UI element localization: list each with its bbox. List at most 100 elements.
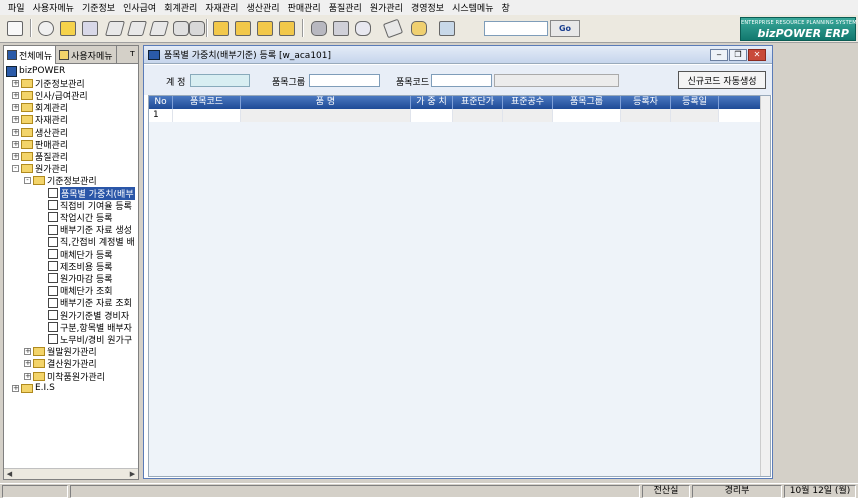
tree-leaf[interactable]: 구분,항목별 배부자 bbox=[48, 321, 132, 334]
tree-leaf[interactable]: 노무비/경비 원가구 bbox=[48, 333, 132, 346]
tree-leaf[interactable]: 직,간접비 계정별 배 bbox=[48, 236, 135, 248]
expand-icon[interactable]: + bbox=[12, 384, 19, 392]
menu-item[interactable]: 시스템메뉴 bbox=[448, 1, 497, 14]
tree-leaf[interactable]: 원가마감 등록 bbox=[48, 272, 113, 285]
menu-item[interactable]: 창 bbox=[498, 1, 514, 14]
column-header[interactable]: 등록자 bbox=[621, 96, 671, 109]
tree-node[interactable]: + 회계관리 bbox=[12, 102, 68, 114]
column-header[interactable]: No bbox=[149, 96, 173, 109]
tab-all-menu[interactable]: 전체메뉴 bbox=[4, 46, 57, 64]
tree-node[interactable]: + 월말원가관리 bbox=[24, 346, 97, 358]
expand-icon[interactable]: + bbox=[24, 372, 31, 380]
tree-node[interactable]: + 판매관리 bbox=[12, 138, 68, 151]
next-icon[interactable] bbox=[254, 18, 276, 38]
menu-item[interactable]: 자재관리 bbox=[201, 1, 242, 14]
delete-icon[interactable] bbox=[104, 18, 126, 38]
last-icon[interactable] bbox=[276, 18, 298, 38]
tree-node[interactable]: + 기준정보관리 bbox=[12, 77, 85, 90]
save-icon[interactable] bbox=[79, 18, 101, 38]
pin-icon[interactable]: ᴛ bbox=[127, 46, 138, 63]
item-code-input[interactable] bbox=[431, 74, 492, 87]
column-header[interactable]: 표준단가 bbox=[453, 96, 503, 109]
tree-leaf[interactable]: 작업시간 등록 bbox=[48, 211, 113, 224]
table-cell[interactable] bbox=[671, 109, 719, 122]
tree-node[interactable]: + 생산관리 bbox=[12, 126, 68, 139]
menu-item[interactable]: 판매관리 bbox=[284, 1, 325, 14]
tab-user-menu[interactable]: 사용자메뉴 bbox=[56, 46, 117, 64]
scroll-right-icon[interactable]: ▶ bbox=[127, 469, 138, 479]
tree-leaf[interactable]: 매체단가 조회 bbox=[48, 285, 113, 297]
new-icon[interactable] bbox=[57, 18, 79, 38]
expand-icon[interactable]: + bbox=[12, 79, 19, 87]
go-button[interactable]: Go bbox=[550, 20, 580, 37]
tree-node[interactable]: - 원가관리 bbox=[12, 163, 68, 175]
table-cell[interactable] bbox=[553, 109, 621, 122]
tree-leaf[interactable]: 직접비 기여율 등록 bbox=[48, 199, 132, 212]
menu-item[interactable]: 사용자메뉴 bbox=[29, 1, 78, 14]
item-group-input[interactable] bbox=[309, 74, 380, 87]
tree-node[interactable]: + 품질관리 bbox=[12, 150, 68, 163]
table-row[interactable]: 1 bbox=[149, 109, 770, 122]
program-icon[interactable] bbox=[4, 18, 26, 38]
tree-node[interactable]: bizPOWER bbox=[6, 65, 65, 77]
prev-icon[interactable] bbox=[232, 18, 254, 38]
tree-leaf[interactable]: 품목별 가중치(배부 bbox=[48, 186, 135, 200]
grid-vscrollbar[interactable] bbox=[760, 96, 770, 476]
column-header[interactable]: 가 중 치 bbox=[411, 96, 453, 109]
edit-icon[interactable] bbox=[382, 18, 404, 38]
new-code-button[interactable]: 신규코드 자동생성 bbox=[678, 71, 766, 89]
tree-node[interactable]: + 자재관리 bbox=[12, 114, 68, 126]
toolbar-search-input[interactable] bbox=[484, 21, 548, 36]
tree-node[interactable]: + 미착품원가관리 bbox=[24, 370, 105, 383]
account-input[interactable] bbox=[190, 74, 250, 87]
column-header[interactable]: 품목그룹 bbox=[553, 96, 621, 109]
collapse-icon[interactable]: - bbox=[24, 177, 31, 185]
expand-icon[interactable]: + bbox=[12, 128, 19, 136]
expand-icon[interactable]: + bbox=[24, 360, 31, 368]
menu-item[interactable]: 파일 bbox=[4, 1, 29, 14]
db-icon[interactable] bbox=[308, 18, 330, 38]
table-cell[interactable] bbox=[411, 109, 453, 122]
tree-node[interactable]: + 결산원가관리 bbox=[24, 358, 97, 370]
column-header[interactable]: 품 명 bbox=[241, 96, 411, 109]
tree-leaf[interactable]: 배부기준 자료 생성 bbox=[48, 224, 132, 236]
tree-node[interactable]: + E.I.S bbox=[12, 382, 55, 394]
print-icon[interactable] bbox=[126, 18, 148, 38]
trash-icon[interactable] bbox=[186, 18, 208, 38]
first-icon[interactable] bbox=[210, 18, 232, 38]
tree-node[interactable]: - 기준정보관리 bbox=[24, 175, 97, 187]
column-header[interactable]: 품목코드 bbox=[173, 96, 241, 109]
menu-item[interactable]: 경영정보 bbox=[407, 1, 448, 14]
expand-icon[interactable]: + bbox=[12, 152, 19, 160]
print-preview-icon[interactable] bbox=[148, 18, 170, 38]
close-icon[interactable]: ✕ bbox=[748, 49, 766, 61]
data-grid[interactable]: No 품목코드 품 명가 중 치 표준단가 표준공수 품목그룹 등록자 등록일 1 bbox=[148, 95, 771, 477]
restore-icon[interactable]: ❐ bbox=[729, 49, 747, 61]
tree-leaf[interactable]: 원가기준별 경비자 bbox=[48, 309, 129, 322]
expand-icon[interactable]: + bbox=[24, 348, 31, 356]
report-icon[interactable] bbox=[330, 18, 352, 38]
tree-hscrollbar[interactable]: ◀ ▶ bbox=[4, 468, 138, 479]
column-header[interactable]: 표준공수 bbox=[503, 96, 553, 109]
expand-icon[interactable]: + bbox=[12, 116, 19, 124]
exit-icon[interactable] bbox=[436, 18, 458, 38]
table-cell[interactable] bbox=[621, 109, 671, 122]
table-cell[interactable] bbox=[453, 109, 503, 122]
menu-item[interactable]: 인사급여 bbox=[119, 1, 160, 14]
menu-item[interactable]: 원가관리 bbox=[366, 1, 407, 14]
column-header[interactable]: 등록일 bbox=[671, 96, 719, 109]
search-doc-icon[interactable] bbox=[352, 18, 374, 38]
view-icon[interactable] bbox=[35, 18, 57, 38]
minimize-icon[interactable]: ‒ bbox=[710, 49, 728, 61]
expand-icon[interactable]: + bbox=[12, 140, 19, 148]
expand-icon[interactable]: + bbox=[12, 91, 19, 99]
menu-item[interactable]: 회계관리 bbox=[160, 1, 201, 14]
table-cell[interactable] bbox=[503, 109, 553, 122]
tree-leaf[interactable]: 제조비용 등록 bbox=[48, 260, 113, 273]
collapse-icon[interactable]: - bbox=[12, 165, 19, 173]
scroll-left-icon[interactable]: ◀ bbox=[4, 469, 15, 479]
tree-leaf[interactable]: 배부기준 자료 조회 bbox=[48, 297, 132, 309]
tree-leaf[interactable]: 매체단가 등록 bbox=[48, 248, 113, 261]
refresh-icon[interactable] bbox=[408, 18, 430, 38]
table-cell[interactable] bbox=[173, 109, 241, 122]
